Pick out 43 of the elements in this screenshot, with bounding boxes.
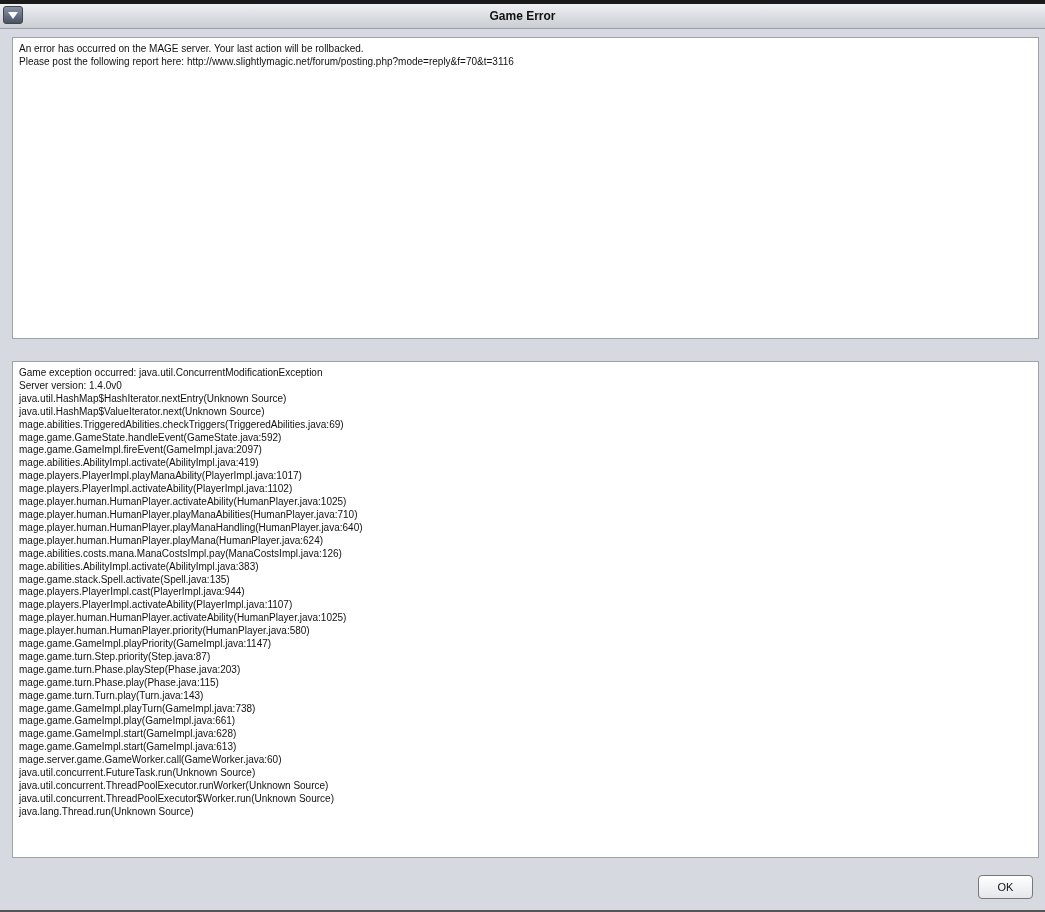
report-line: mage.game.turn.Phase.playStep(Phase.java:203) <box>19 663 242 677</box>
report-line: mage.player.human.HumanPlayer.playManaAbilities(HumanPlayer.java:710) <box>19 508 359 522</box>
report-line: mage.player.human.HumanPlayer.playMana(HumanPlayer.java:624) <box>19 534 325 548</box>
report-line: java.util.HashMap$ValueIterator.next(Unknown Source) <box>19 405 266 419</box>
report-line: mage.server.game.GameWorker.call(GameWorker.java:60) <box>19 754 283 768</box>
report-line: java.util.HashMap$HashIterator.nextEntry(Unknown Source) <box>19 392 288 406</box>
report-line: mage.player.human.HumanPlayer.activateAbility(HumanPlayer.java:1025) <box>19 496 348 509</box>
report-line: mage.players.PlayerImpl.activateAbility(PlayerImpl.java:1102) <box>19 483 294 497</box>
report-line: mage.game.turn.Phase.play(Phase.java:115) <box>19 676 220 690</box>
window-menu-button[interactable] <box>3 6 23 24</box>
message-text-area[interactable]: An error has occurred on the MAGE server. Your last action will be rollbacked. Please post the following report here: http://www.slightlymagic.net/forum/posting.php?mode=reply&f=70&t=3116 <box>12 37 1039 339</box>
report-line: mage.game.GameImpl.playTurn(GameImpl.java:738) <box>19 702 257 716</box>
report-line: mage.game.GameImpl.playPriority(GameImpl.java:1147) <box>19 638 273 651</box>
report-line: mage.player.human.HumanPlayer.playManaHandling(HumanPlayer.java:640) <box>19 521 364 535</box>
report-line: mage.player.human.HumanPlayer.priority(HumanPlayer.java:580) <box>19 625 311 639</box>
report-line: mage.game.GameState.handleEvent(GameState.java:592) <box>19 431 283 445</box>
report-line: mage.abilities.AbilityImpl.activate(AbilityImpl.java:419) <box>19 457 260 471</box>
report-line: mage.game.GameImpl.start(GameImpl.java:613) <box>19 741 238 755</box>
message-line: Please post the following report here: http://www.slightlymagic.net/forum/posting.php?mode=reply&f=70&t=3116 <box>19 55 515 69</box>
report-line: mage.game.GameImpl.play(GameImpl.java:661) <box>19 715 237 729</box>
report-line: mage.player.human.HumanPlayer.activateAbility(HumanPlayer.java:1025) <box>19 612 348 626</box>
report-line: mage.players.PlayerImpl.cast(PlayerImpl.java:944) <box>19 586 246 600</box>
report-line: mage.abilities.costs.mana.ManaCostsImpl.pay(ManaCostsImpl.java:126) <box>19 547 343 561</box>
report-line: java.util.concurrent.FutureTask.run(Unknown Source) <box>19 767 257 780</box>
report-text-area[interactable] <box>12 361 1039 858</box>
report-line: mage.game.GameImpl.fireEvent(GameImpl.java:2097) <box>19 444 263 458</box>
caret-icon <box>8 11 18 19</box>
report-line: mage.game.turn.Turn.play(Turn.java:143) <box>19 689 205 703</box>
report-line: java.lang.Thread.run(Unknown Source) <box>19 805 195 819</box>
report-line: java.util.concurrent.ThreadPoolExecutor$Worker.run(Unknown Source) <box>19 792 335 806</box>
report-line: mage.players.PlayerImpl.playManaAbility(PlayerImpl.java:1017) <box>19 470 303 484</box>
message-line: An error has occurred on the MAGE server. Your last action will be rollbacked. <box>19 43 365 56</box>
report-line: mage.game.turn.Step.priority(Step.java:87) <box>19 650 212 664</box>
window-title: Game Error <box>488 9 557 23</box>
report-line: Server version: 1.4.0v0 <box>19 379 123 393</box>
report-line: mage.players.PlayerImpl.activateAbility(PlayerImpl.java:1107) <box>19 599 294 613</box>
report-line: mage.game.stack.Spell.activate(Spell.java:135) <box>19 573 231 587</box>
report-line: java.util.concurrent.ThreadPoolExecutor.runWorker(Unknown Source) <box>19 780 330 793</box>
ok-button[interactable]: OK <box>978 875 1033 899</box>
report-line: mage.game.GameImpl.start(GameImpl.java:628) <box>19 728 238 742</box>
report-line: mage.abilities.AbilityImpl.activate(AbilityImpl.java:383) <box>19 560 260 574</box>
report-line: Game exception occurred: java.util.ConcurrentModificationException <box>19 367 324 380</box>
report-line: mage.abilities.TriggeredAbilities.checkTriggers(TriggeredAbilities.java:69) <box>19 418 345 432</box>
